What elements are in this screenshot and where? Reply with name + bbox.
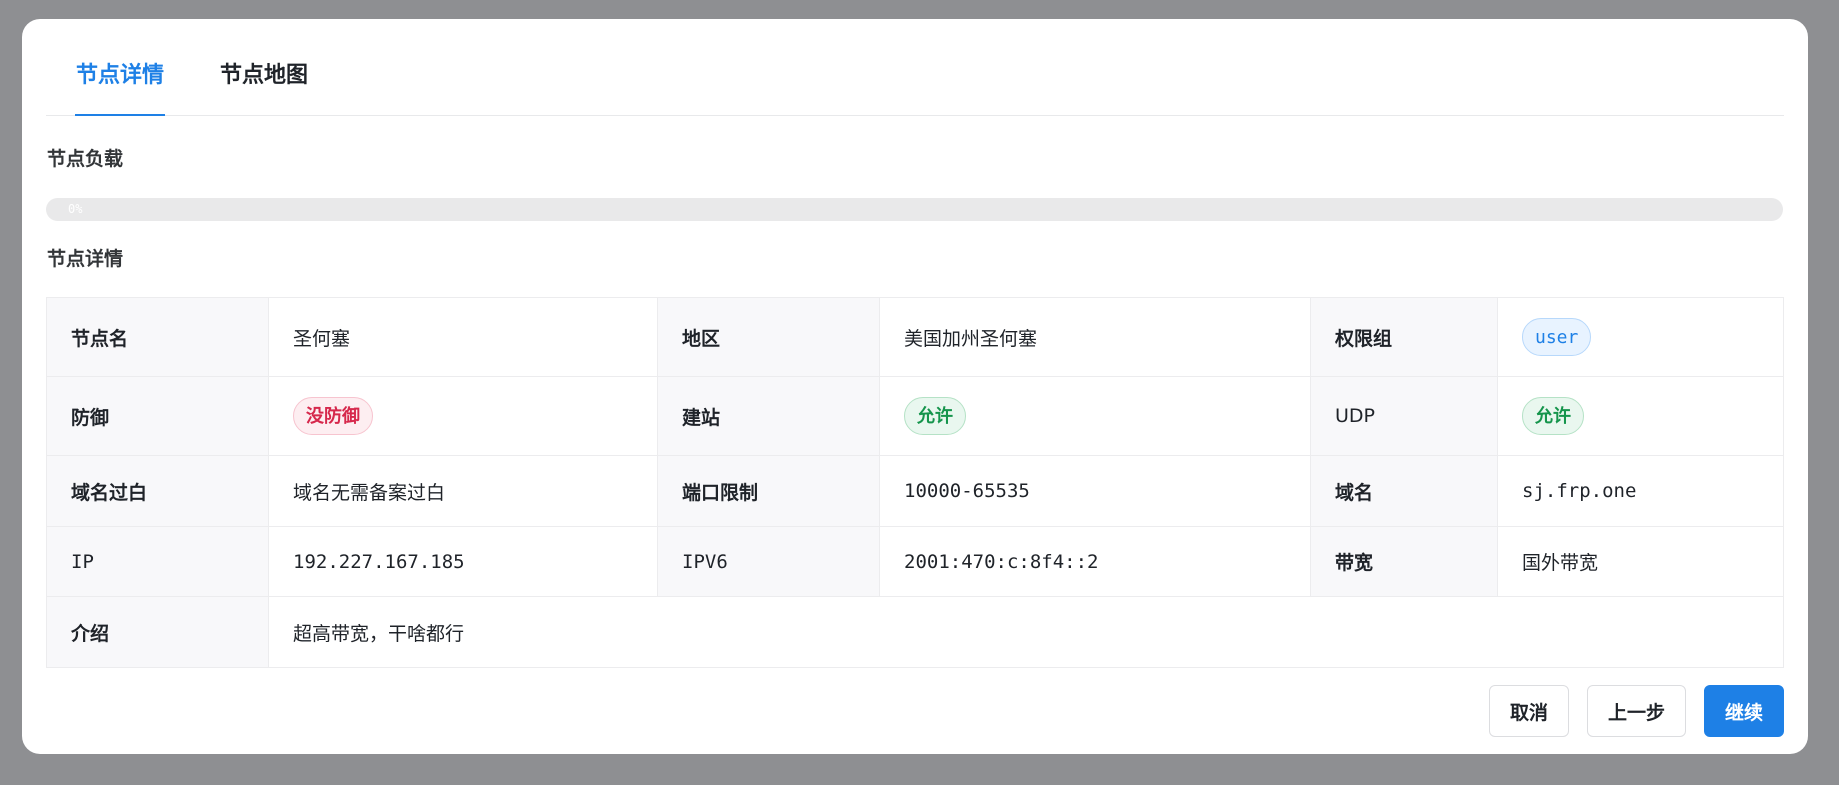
group-label: 权限组 bbox=[1310, 297, 1498, 377]
tab-node-details[interactable]: 节点详情 bbox=[74, 57, 166, 116]
site-tag: 允许 bbox=[904, 397, 966, 435]
intro-label: 介绍 bbox=[46, 596, 269, 668]
node-load-title: 节点负载 bbox=[47, 148, 124, 170]
domain-label: 域名 bbox=[1310, 455, 1498, 527]
udp-cell: 允许 bbox=[1497, 376, 1784, 456]
bandwidth-label: 带宽 bbox=[1310, 526, 1498, 597]
table-row: 域名过白 域名无需备案过白 端口限制 10000-65535 域名 sj.frp… bbox=[46, 455, 1784, 527]
defense-cell: 没防御 bbox=[268, 376, 658, 456]
group-cell: user bbox=[1497, 297, 1784, 377]
previous-step-button[interactable]: 上一步 bbox=[1586, 685, 1686, 737]
whitelist-label: 域名过白 bbox=[46, 455, 269, 527]
ip-value: 192.227.167.185 bbox=[268, 526, 658, 597]
table-row: 防御 没防御 建站 允许 UDP 允许 bbox=[46, 376, 1784, 456]
table-row: IP 192.227.167.185 IPV6 2001:470:c:8f4::… bbox=[46, 526, 1784, 597]
node-load-percent: 0% bbox=[68, 202, 83, 216]
ipv6-value: 2001:470:c:8f4::2 bbox=[879, 526, 1311, 597]
ipv6-label: IPV6 bbox=[657, 526, 880, 597]
node-name-value: 圣何塞 bbox=[268, 297, 658, 377]
intro-value: 超高带宽，干啥都行 bbox=[268, 596, 1784, 668]
site-label: 建站 bbox=[657, 376, 880, 456]
node-load-progress: 0% bbox=[46, 198, 1783, 221]
ip-label: IP bbox=[46, 526, 269, 597]
udp-label: UDP bbox=[1310, 376, 1498, 456]
dialog-footer: 取消 上一步 继续 bbox=[1488, 685, 1784, 737]
domain-value: sj.frp.one bbox=[1497, 455, 1784, 527]
whitelist-value: 域名无需备案过白 bbox=[268, 455, 658, 527]
defense-label: 防御 bbox=[46, 376, 269, 456]
region-label: 地区 bbox=[657, 297, 880, 377]
table-row: 介绍 超高带宽，干啥都行 bbox=[46, 596, 1784, 668]
tab-node-map[interactable]: 节点地图 bbox=[220, 57, 308, 115]
defense-tag: 没防御 bbox=[293, 397, 373, 435]
bandwidth-value: 国外带宽 bbox=[1497, 526, 1784, 597]
continue-button[interactable]: 继续 bbox=[1703, 685, 1784, 737]
tab-bar: 节点详情 节点地图 bbox=[46, 19, 1784, 116]
node-details-title: 节点详情 bbox=[47, 248, 124, 270]
cancel-button[interactable]: 取消 bbox=[1488, 685, 1569, 737]
group-tag: user bbox=[1522, 318, 1592, 356]
node-dialog: 节点详情 节点地图 节点负载 0% 节点详情 节点名 圣何塞 地区 美国加州圣何… bbox=[22, 19, 1808, 754]
region-value: 美国加州圣何塞 bbox=[879, 297, 1311, 377]
ports-value: 10000-65535 bbox=[879, 455, 1311, 527]
site-cell: 允许 bbox=[879, 376, 1311, 456]
ports-label: 端口限制 bbox=[657, 455, 880, 527]
udp-tag: 允许 bbox=[1522, 397, 1584, 435]
table-row: 节点名 圣何塞 地区 美国加州圣何塞 权限组 user bbox=[46, 297, 1784, 377]
node-name-label: 节点名 bbox=[46, 297, 269, 377]
node-details-table: 节点名 圣何塞 地区 美国加州圣何塞 权限组 user 防御 没防御 建站 允许… bbox=[46, 297, 1784, 668]
